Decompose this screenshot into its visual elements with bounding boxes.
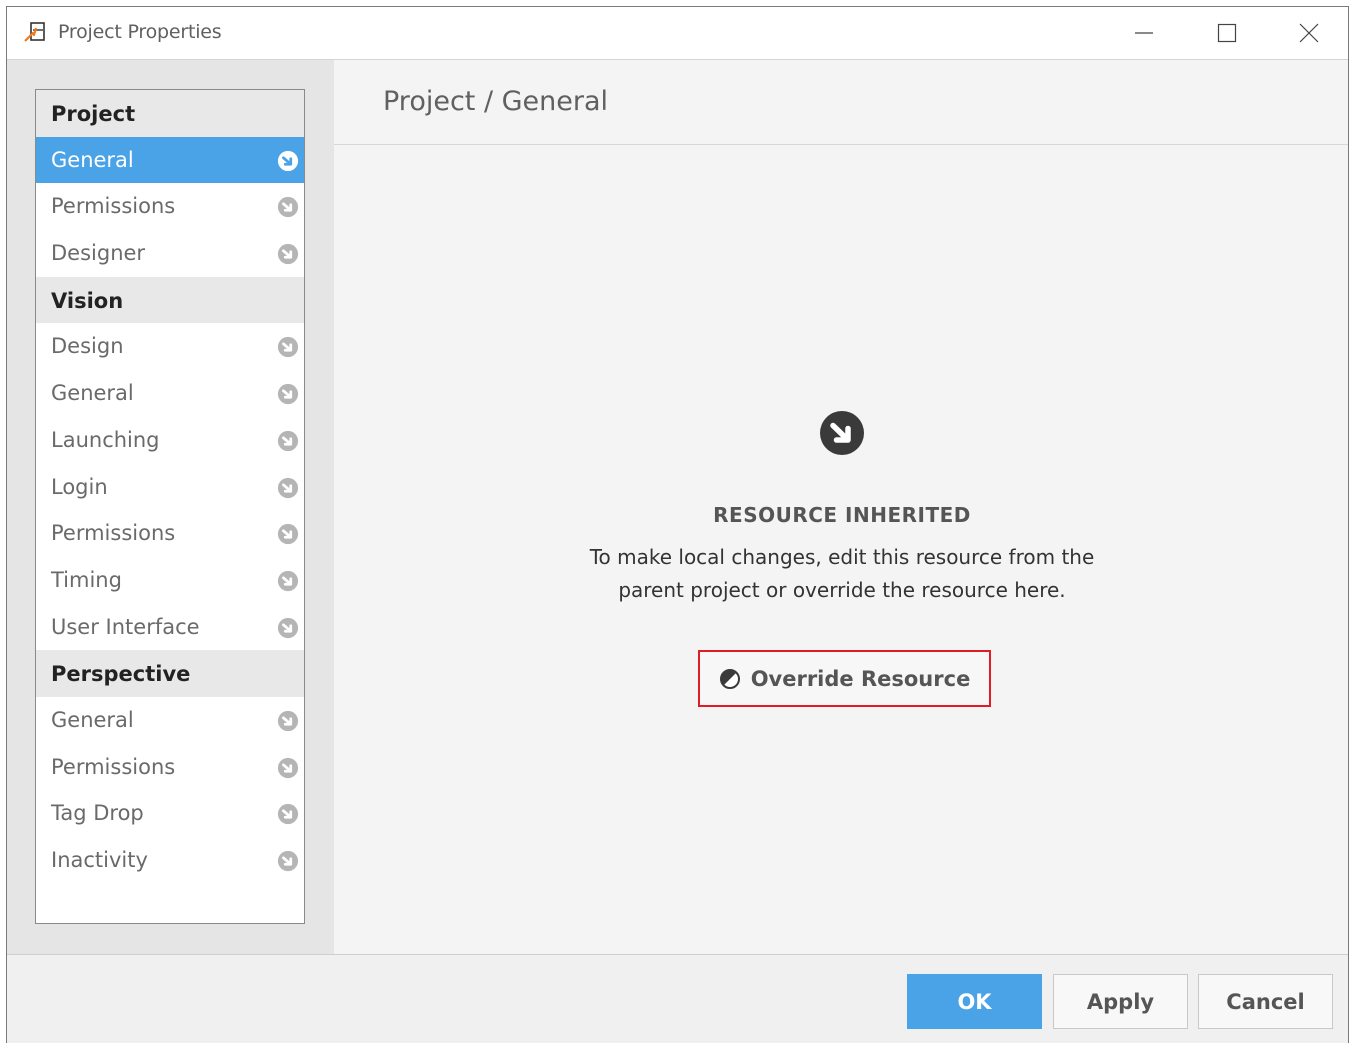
nav-item-label: Tag Drop — [51, 801, 144, 826]
nav-group-header: Perspective — [36, 650, 304, 697]
window-title: Project Properties — [58, 21, 222, 43]
inherited-resource-icon — [277, 524, 299, 545]
nav-item-label: General — [51, 147, 134, 172]
close-button[interactable] — [1289, 13, 1329, 53]
nav-item-vision-user-interface[interactable]: User Interface — [36, 603, 304, 651]
maximize-button[interactable] — [1207, 13, 1247, 53]
app-icon — [24, 22, 45, 42]
nav-item-project-general[interactable]: General — [36, 136, 304, 184]
inherited-resource-icon — [820, 411, 864, 455]
nav-item-perspective-inactivity[interactable]: Inactivity — [36, 837, 304, 884]
inherited-notice: RESOURCE INHERITED To make local changes… — [334, 410, 1348, 607]
inherited-resource-icon — [277, 804, 299, 825]
cancel-button[interactable]: Cancel — [1198, 974, 1333, 1029]
nav-item-label: Design — [51, 334, 124, 359]
apply-button[interactable]: Apply — [1053, 974, 1188, 1029]
dialog-footer: OK Apply Cancel — [7, 954, 1348, 1043]
nav-item-label: Inactivity — [51, 848, 148, 872]
nav-item-label: General — [51, 707, 134, 732]
nav-group-header: Vision — [36, 276, 304, 324]
notice-title: RESOURCE INHERITED — [713, 503, 971, 527]
nav-item-label: Launching — [51, 427, 160, 452]
nav-item-perspective-permissions[interactable]: Permissions — [36, 743, 304, 791]
inherited-resource-icon — [277, 570, 299, 591]
inherited-resource-icon — [277, 197, 299, 218]
notice-message: To make local changes, edit this resourc… — [334, 541, 1348, 607]
inherited-resource-icon — [277, 710, 299, 732]
override-resource-button[interactable]: Override Resource — [698, 650, 991, 707]
override-resource-label: Override Resource — [750, 666, 971, 691]
notice-line: parent project or override the resource … — [618, 578, 1066, 602]
nav-item-project-permissions[interactable]: Permissions — [36, 183, 304, 231]
nav-item-label: Permissions — [51, 194, 176, 219]
nav-item-project-designer[interactable]: Designer — [36, 230, 304, 277]
nav-group-header: Project — [36, 90, 304, 137]
content-panel: Project / General RESOURCE INHERITED To … — [334, 60, 1348, 954]
inherited-resource-icon — [277, 757, 299, 778]
nav-item-label: Designer — [51, 241, 146, 266]
nav-item-perspective-general[interactable]: General — [36, 696, 304, 744]
nav-item-vision-general[interactable]: General — [36, 370, 304, 417]
nav-item-vision-timing[interactable]: Timing — [36, 556, 304, 604]
nav-item-label: Timing — [51, 567, 122, 592]
project-properties-window: Project Properties Project General Permi… — [6, 6, 1349, 1043]
inherited-resource-icon — [277, 850, 299, 872]
inherited-resource-icon — [277, 477, 299, 498]
minimize-button[interactable] — [1124, 13, 1164, 53]
title-bar: Project Properties — [7, 7, 1348, 60]
ok-button[interactable]: OK — [907, 974, 1042, 1029]
nav-item-label: Permissions — [51, 754, 176, 779]
inherited-resource-icon — [277, 430, 299, 451]
nav-item-vision-permissions[interactable]: Permissions — [36, 510, 304, 557]
sidebar-panel: Project General Permissions Designer Vis… — [7, 60, 334, 954]
maximize-icon — [1217, 23, 1237, 43]
nav-item-label: Permissions — [51, 521, 176, 546]
settings-nav-list: Project General Permissions Designer Vis… — [35, 89, 305, 924]
nav-item-vision-login[interactable]: Login — [36, 463, 304, 511]
inherited-resource-icon — [277, 337, 299, 358]
inherited-resource-icon — [277, 150, 299, 171]
nav-item-vision-design[interactable]: Design — [36, 323, 304, 371]
inherited-resource-icon — [277, 617, 299, 638]
nav-item-vision-launching[interactable]: Launching — [36, 416, 304, 464]
minimize-icon — [1135, 32, 1153, 34]
breadcrumb: Project / General — [383, 86, 609, 117]
nav-item-perspective-tag-drop[interactable]: Tag Drop — [36, 790, 304, 837]
nav-item-label: General — [51, 381, 134, 406]
nav-item-label: Login — [51, 474, 108, 499]
inherited-resource-icon — [277, 243, 299, 265]
override-icon — [719, 668, 740, 689]
notice-line: To make local changes, edit this resourc… — [589, 545, 1095, 569]
inherited-resource-icon — [277, 384, 299, 405]
nav-item-label: User Interface — [51, 614, 200, 639]
content-header: Project / General — [334, 60, 1348, 145]
close-icon — [1299, 23, 1319, 43]
